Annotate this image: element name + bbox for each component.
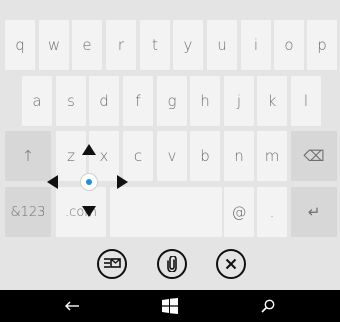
search-icon [261,299,275,313]
key-j[interactable]: j [224,76,254,126]
key-h[interactable]: h [190,76,220,126]
backspace-key[interactable]: ⌫ [291,131,337,181]
back-button[interactable] [42,290,102,322]
key-v[interactable]: v [157,131,187,181]
key-f[interactable]: f [123,76,153,126]
key-i[interactable]: i [241,20,271,70]
key-w[interactable]: w [39,20,69,70]
key-l[interactable]: l [291,76,321,126]
key-s[interactable]: s [56,76,86,126]
start-button[interactable] [140,290,200,322]
key-k[interactable]: k [257,76,287,126]
key-n[interactable]: n [224,131,254,181]
key-e[interactable]: e [72,20,102,70]
cursor-navigation-control[interactable] [44,138,134,224]
cursor-up-arrow-icon[interactable] [82,144,96,155]
keyboard: q w e r t y u i o p a s d f g h j k l ↑ … [0,0,340,240]
key-b[interactable]: b [190,131,220,181]
paperclip-icon [167,256,177,272]
cursor-control-dot[interactable] [80,173,98,191]
key-o[interactable]: o [274,20,304,70]
key-p[interactable]: p [307,20,337,70]
key-a[interactable]: a [22,76,52,126]
key-g[interactable]: g [157,76,187,126]
key-y[interactable]: y [173,20,203,70]
email-compose-icon [104,258,121,268]
key-d[interactable]: d [89,76,119,126]
key-u[interactable]: u [207,20,237,70]
cursor-right-arrow-icon[interactable] [117,175,128,189]
cursor-down-arrow-icon[interactable] [82,206,96,217]
key-m[interactable]: m [257,131,287,181]
email-compose-button[interactable] [97,249,127,279]
attach-button[interactable] [157,249,187,279]
system-navigation-bar [0,290,340,322]
at-key[interactable]: @ [224,187,254,237]
cancel-button[interactable] [216,249,246,279]
app-bar [0,240,340,290]
key-q[interactable]: q [5,20,35,70]
key-t[interactable]: t [140,20,170,70]
search-button[interactable] [238,290,298,322]
key-r[interactable]: r [106,20,136,70]
close-icon [225,258,237,270]
cursor-left-arrow-icon[interactable] [47,175,58,189]
period-key[interactable]: . [257,187,287,237]
back-arrow-icon [65,301,79,311]
windows-start-icon [162,298,178,314]
